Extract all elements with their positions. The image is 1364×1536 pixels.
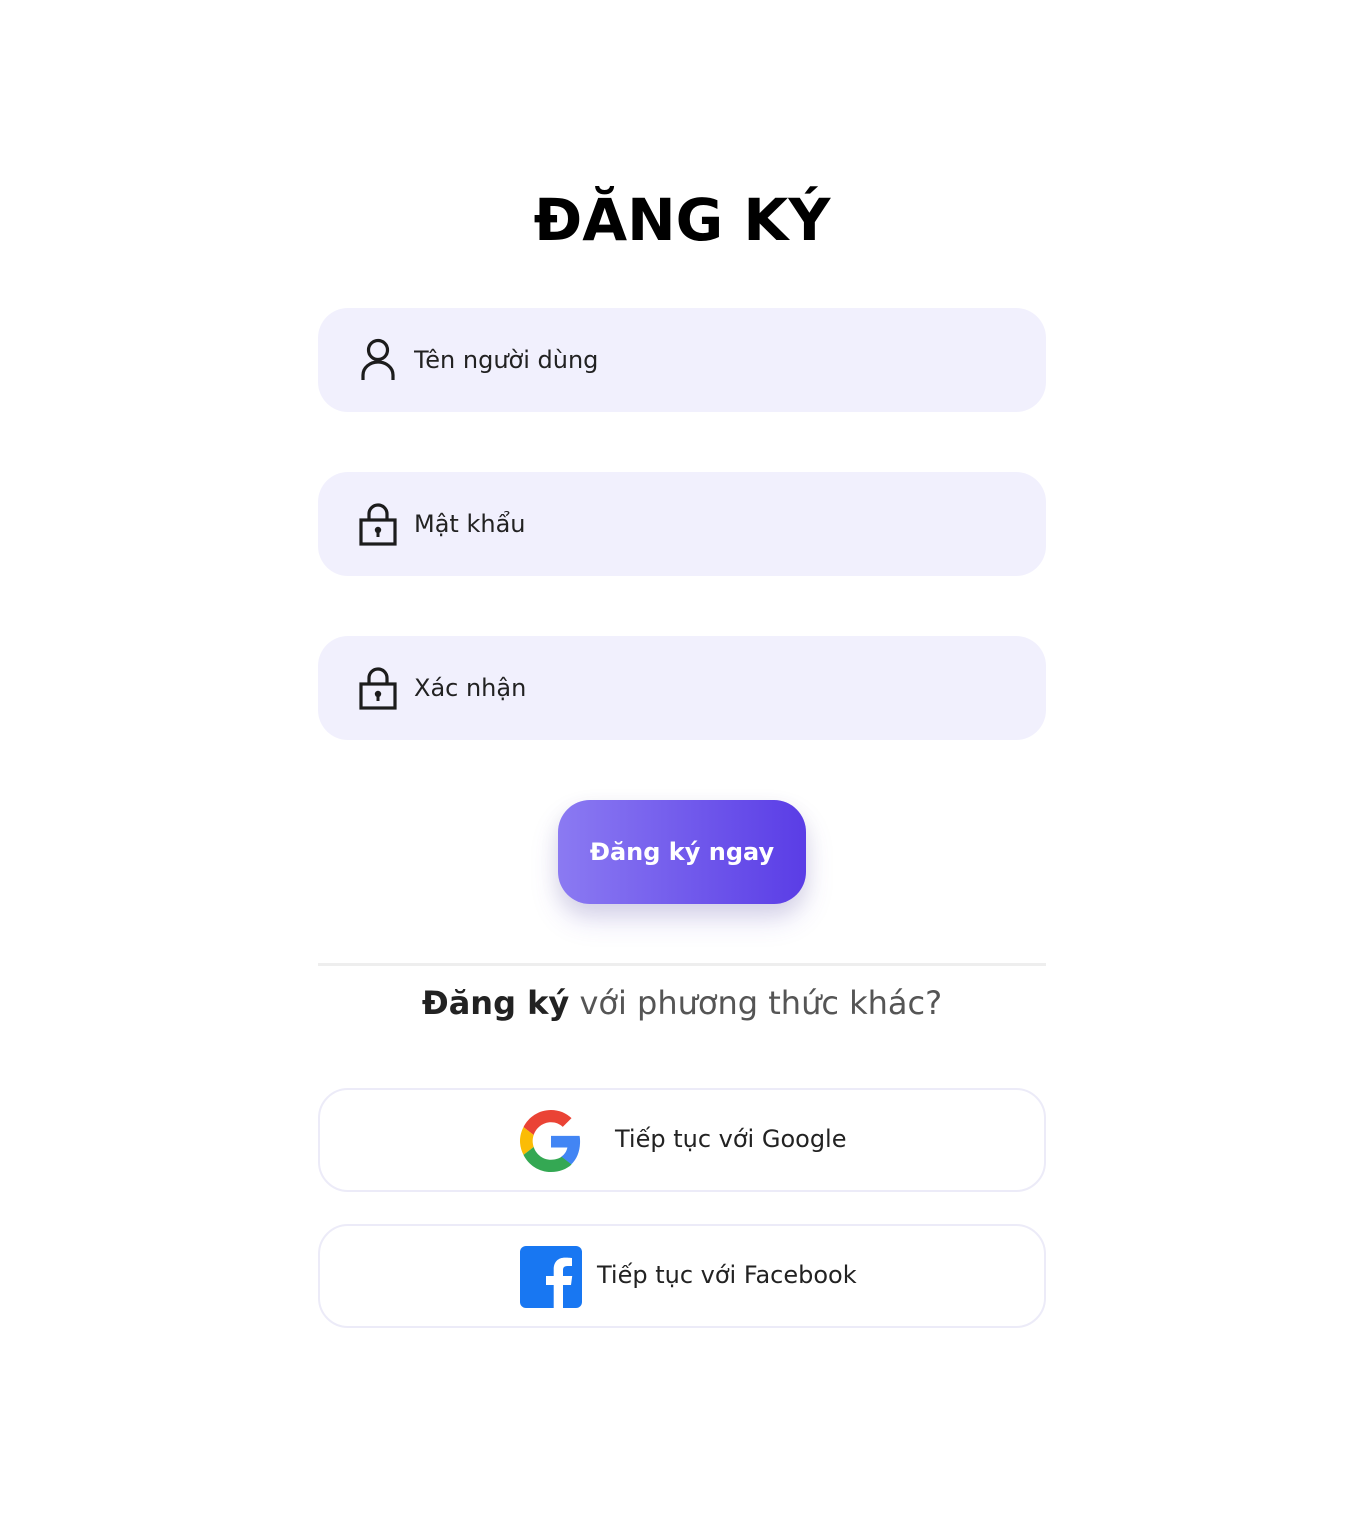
confirm-password-field[interactable] xyxy=(318,636,1046,740)
lock-icon xyxy=(358,664,398,712)
google-logo-icon xyxy=(520,1110,582,1172)
google-signin-label: Tiếp tục với Google xyxy=(615,1125,847,1153)
divider xyxy=(318,963,1046,966)
facebook-signin-button[interactable]: Tiếp tục với Facebook xyxy=(318,1224,1046,1328)
alternative-prompt-rest: với phương thức khác? xyxy=(569,984,943,1022)
username-input[interactable] xyxy=(414,340,974,380)
page-title: ĐĂNG KÝ xyxy=(533,186,831,254)
lock-icon xyxy=(358,500,398,548)
alternative-prompt: Đăng ký với phương thức khác? xyxy=(0,984,1364,1022)
password-input[interactable] xyxy=(414,504,974,544)
confirm-password-input[interactable] xyxy=(414,668,974,708)
password-field[interactable] xyxy=(318,472,1046,576)
signup-button[interactable]: Đăng ký ngay xyxy=(558,800,806,904)
facebook-signin-label: Tiếp tục với Facebook xyxy=(597,1261,857,1289)
username-field[interactable] xyxy=(318,308,1046,412)
alternative-prompt-strong: Đăng ký xyxy=(421,984,570,1022)
google-signin-button[interactable]: Tiếp tục với Google xyxy=(318,1088,1046,1192)
facebook-logo-icon xyxy=(520,1246,582,1308)
signup-page: ĐĂNG KÝ Tên người dùng Đăng ký ngay Đăng… xyxy=(0,0,1364,1536)
user-icon xyxy=(358,336,398,384)
